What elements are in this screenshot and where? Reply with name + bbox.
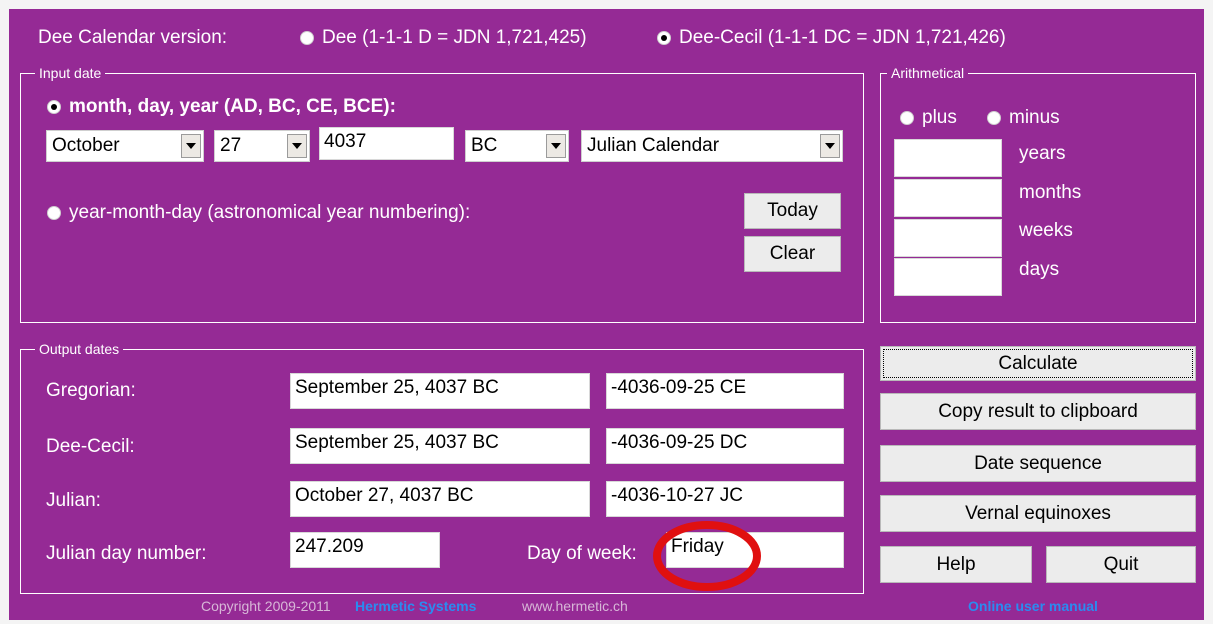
chevron-down-icon[interactable]	[181, 134, 201, 158]
julian-iso-output[interactable]: -4036-10-27 JC	[606, 481, 844, 517]
minus-radio[interactable]: minus	[987, 107, 1060, 129]
input-date-legend: Input date	[35, 64, 106, 82]
month-value: October	[52, 135, 120, 156]
jdn-label: Julian day number:	[46, 543, 207, 564]
version-dee-label: Dee (1-1-1 D = JDN 1,721,425)	[322, 27, 587, 48]
chevron-down-icon[interactable]	[287, 134, 307, 158]
calendar-value: Julian Calendar	[587, 135, 720, 156]
version-dee-radio[interactable]: Dee (1-1-1 D = JDN 1,721,425)	[300, 27, 587, 49]
radio-icon	[300, 31, 314, 45]
jdn-output[interactable]: 247.209	[290, 532, 440, 568]
dee-calendar-window: Dee Calendar version: Dee (1-1-1 D = JDN…	[9, 9, 1204, 620]
online-user-manual-link[interactable]: Online user manual	[968, 598, 1098, 614]
chevron-down-icon[interactable]	[820, 134, 840, 158]
gregorian-label: Gregorian:	[46, 380, 136, 401]
julian-label: Julian:	[46, 490, 101, 511]
version-dee-cecil-radio[interactable]: Dee-Cecil (1-1-1 DC = JDN 1,721,426)	[657, 27, 1006, 49]
era-select[interactable]: BC	[465, 130, 569, 162]
radio-icon	[47, 206, 61, 220]
hermetic-systems-link[interactable]: Hermetic Systems	[355, 598, 476, 614]
calculate-button[interactable]: Calculate	[880, 346, 1196, 381]
radio-selected-icon	[657, 31, 671, 45]
weeks-label: weeks	[1019, 220, 1073, 241]
radio-icon	[900, 111, 914, 125]
dee-cecil-text-output[interactable]: September 25, 4037 BC	[290, 428, 590, 464]
quit-button[interactable]: Quit	[1046, 546, 1196, 583]
version-label: Dee Calendar version:	[38, 27, 228, 48]
plus-label: plus	[922, 107, 957, 128]
version-dee-cecil-label: Dee-Cecil (1-1-1 DC = JDN 1,721,426)	[679, 27, 1006, 48]
days-input[interactable]	[894, 258, 1002, 296]
chevron-down-icon[interactable]	[546, 134, 566, 158]
plus-radio[interactable]: plus	[900, 107, 957, 129]
years-input[interactable]	[894, 139, 1002, 177]
arithmetical-legend: Arithmetical	[887, 64, 969, 82]
month-select[interactable]: October	[46, 130, 204, 162]
vernal-equinoxes-button[interactable]: Vernal equinoxes	[880, 495, 1196, 532]
gregorian-iso-output[interactable]: -4036-09-25 CE	[606, 373, 844, 409]
year-input[interactable]: 4037	[319, 127, 454, 160]
calendar-select[interactable]: Julian Calendar	[581, 130, 843, 162]
today-button[interactable]: Today	[744, 193, 841, 229]
months-input[interactable]	[894, 179, 1002, 217]
date-sequence-button[interactable]: Date sequence	[880, 445, 1196, 482]
mode-ymd-radio[interactable]: year-month-day (astronomical year number…	[47, 202, 470, 224]
months-label: months	[1019, 182, 1082, 203]
mode-mdy-label: month, day, year (AD, BC, CE, BCE):	[69, 96, 396, 117]
dee-cecil-iso-output[interactable]: -4036-09-25 DC	[606, 428, 844, 464]
day-value: 27	[220, 135, 242, 156]
dow-label: Day of week:	[527, 543, 637, 564]
days-label: days	[1019, 259, 1060, 280]
julian-text-output[interactable]: October 27, 4037 BC	[290, 481, 590, 517]
clear-button[interactable]: Clear	[744, 236, 841, 272]
radio-selected-icon	[47, 100, 61, 114]
years-label: years	[1019, 143, 1066, 164]
minus-label: minus	[1009, 107, 1060, 128]
mode-ymd-label: year-month-day (astronomical year number…	[69, 202, 471, 223]
gregorian-text-output[interactable]: September 25, 4037 BC	[290, 373, 590, 409]
radio-icon	[987, 111, 1001, 125]
mode-mdy-radio[interactable]: month, day, year (AD, BC, CE, BCE):	[47, 96, 396, 118]
day-select[interactable]: 27	[214, 130, 310, 162]
output-dates-legend: Output dates	[35, 340, 124, 358]
help-button[interactable]: Help	[880, 546, 1032, 583]
website-text: www.hermetic.ch	[522, 598, 628, 614]
weeks-input[interactable]	[894, 219, 1002, 257]
annotation-circle	[653, 521, 761, 591]
copyright-text: Copyright 2009-2011	[201, 598, 331, 614]
era-value: BC	[471, 135, 498, 156]
dee-cecil-label: Dee-Cecil:	[46, 436, 135, 457]
copy-to-clipboard-button[interactable]: Copy result to clipboard	[880, 393, 1196, 430]
